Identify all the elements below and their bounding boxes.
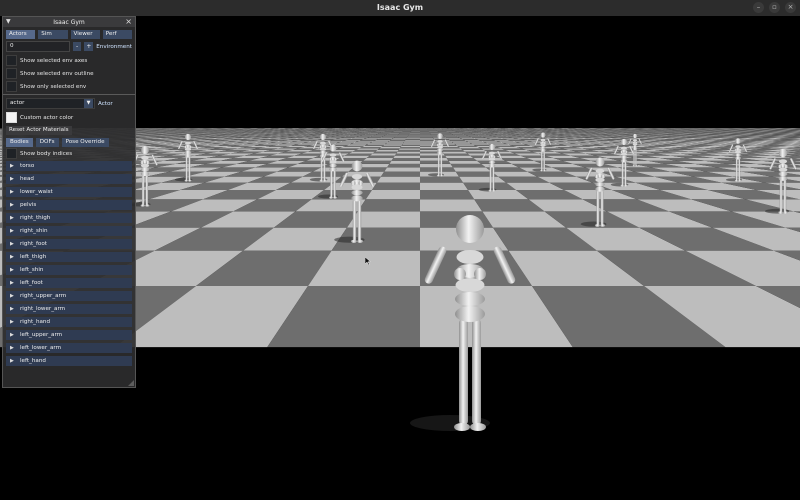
window-controls: – ▫ × xyxy=(753,2,796,13)
expand-arrow-icon[interactable]: ▶ xyxy=(10,356,16,366)
body-tree-label: left_foot xyxy=(20,280,43,286)
panel-header[interactable]: ▼ Isaac Gym × xyxy=(3,17,135,27)
body-tree-label: left_hand xyxy=(20,358,46,364)
show-env-axes-row[interactable]: Show selected env axes xyxy=(3,54,135,67)
custom-color-row[interactable]: Custom actor color xyxy=(3,111,135,124)
body-tree-item[interactable]: ▶ right_shin xyxy=(6,226,132,236)
expand-arrow-icon[interactable]: ▶ xyxy=(10,187,16,197)
show-only-env-label: Show only selected env xyxy=(20,83,87,90)
body-tree-item[interactable]: ▶ torso xyxy=(6,161,132,171)
minimize-button[interactable]: – xyxy=(753,2,764,13)
body-tree-item[interactable]: ▶ left_foot xyxy=(6,278,132,288)
body-tree-item[interactable]: ▶ right_hand xyxy=(6,317,132,327)
body-tree-item[interactable]: ▶ pelvis xyxy=(6,200,132,210)
tab-pose-override[interactable]: Pose Override xyxy=(61,138,109,147)
body-tree-item[interactable]: ▶ right_foot xyxy=(6,239,132,249)
body-tree-label: left_thigh xyxy=(20,254,47,260)
resize-grip-icon[interactable] xyxy=(128,380,134,386)
expand-arrow-icon[interactable]: ▶ xyxy=(10,278,16,288)
expand-arrow-icon[interactable]: ▶ xyxy=(10,330,16,340)
maximize-button[interactable]: ▫ xyxy=(769,2,780,13)
close-button[interactable]: × xyxy=(785,2,796,13)
body-tree-label: right_upper_arm xyxy=(20,293,67,299)
tab-actors[interactable]: Actors xyxy=(6,30,36,39)
actor-label: Actor xyxy=(98,100,113,107)
collapse-triangle-icon[interactable]: ▼ xyxy=(6,18,11,25)
actor-row: actor ▼ Actor xyxy=(3,96,135,111)
body-tree-item[interactable]: ▶ left_hand xyxy=(6,356,132,366)
expand-arrow-icon[interactable]: ▶ xyxy=(10,226,16,236)
body-tree-item[interactable]: ▶ head xyxy=(6,174,132,184)
separator xyxy=(3,94,135,95)
body-tree-label: left_upper_arm xyxy=(20,332,63,338)
panel-close-icon[interactable]: × xyxy=(125,17,132,27)
body-tree-item[interactable]: ▶ right_thigh xyxy=(6,213,132,223)
main-tabs: Actors Sim Viewer Perf xyxy=(3,27,135,39)
expand-arrow-icon[interactable]: ▶ xyxy=(10,200,16,210)
body-tree-label: left_shin xyxy=(20,267,44,273)
custom-color-checkbox[interactable] xyxy=(6,112,17,123)
expand-arrow-icon[interactable]: ▶ xyxy=(10,304,16,314)
body-tree-label: torso xyxy=(20,163,35,169)
expand-arrow-icon[interactable]: ▶ xyxy=(10,239,16,249)
environment-row: 0 - + Environment xyxy=(3,39,135,54)
body-tree-label: pelvis xyxy=(20,202,37,208)
body-tree-item[interactable]: ▶ left_lower_arm xyxy=(6,343,132,353)
environment-label: Environment xyxy=(96,43,132,50)
tab-perf[interactable]: Perf xyxy=(102,30,132,39)
show-body-indices-checkbox[interactable] xyxy=(6,148,17,159)
isaac-gym-panel[interactable]: ▼ Isaac Gym × Actors Sim Viewer Perf 0 -… xyxy=(2,16,136,388)
body-tree-label: left_lower_arm xyxy=(20,345,62,351)
expand-arrow-icon[interactable]: ▶ xyxy=(10,161,16,171)
tab-sim[interactable]: Sim xyxy=(38,30,68,39)
show-only-env-checkbox[interactable] xyxy=(6,81,17,92)
window-titlebar[interactable]: Isaac Gym – ▫ × xyxy=(0,0,800,16)
reset-actor-materials-button[interactable]: Reset Actor Materials xyxy=(6,126,72,135)
body-tree-item[interactable]: ▶ left_shin xyxy=(6,265,132,275)
expand-arrow-icon[interactable]: ▶ xyxy=(10,265,16,275)
chevron-down-icon[interactable]: ▼ xyxy=(84,99,93,108)
mouse-cursor-icon xyxy=(365,257,371,265)
tab-dofs[interactable]: DOFs xyxy=(35,138,59,147)
panel-title: Isaac Gym xyxy=(53,18,85,26)
show-env-outline-checkbox[interactable] xyxy=(6,68,17,79)
sub-tabs: Bodies DOFs Pose Override xyxy=(3,137,135,147)
expand-arrow-icon[interactable]: ▶ xyxy=(10,317,16,327)
body-tree-item[interactable]: ▶ left_thigh xyxy=(6,252,132,262)
environment-decrement-button[interactable]: - xyxy=(72,42,82,51)
window-title: Isaac Gym xyxy=(376,3,424,12)
custom-color-label: Custom actor color xyxy=(20,114,74,121)
body-tree-label: head xyxy=(20,176,34,182)
body-tree-item[interactable]: ▶ lower_waist xyxy=(6,187,132,197)
body-list: ▶ torso ▶ head ▶ lower_waist ▶ pelvis ▶ right_thi… xyxy=(3,160,135,370)
tab-bodies[interactable]: Bodies xyxy=(6,138,33,147)
show-env-outline-row[interactable]: Show selected env outline xyxy=(3,67,135,80)
show-env-axes-checkbox[interactable] xyxy=(6,55,17,66)
show-body-indices-row[interactable]: Show body indices xyxy=(3,147,135,160)
actor-select-value: actor xyxy=(10,100,25,106)
body-tree-item[interactable]: ▶ right_upper_arm xyxy=(6,291,132,301)
body-tree-label: right_hand xyxy=(20,319,51,325)
body-tree-label: right_thigh xyxy=(20,215,51,221)
expand-arrow-icon[interactable]: ▶ xyxy=(10,343,16,353)
body-tree-item[interactable]: ▶ right_lower_arm xyxy=(6,304,132,314)
body-tree-label: right_lower_arm xyxy=(20,306,66,312)
environment-increment-button[interactable]: + xyxy=(84,42,94,51)
body-tree-label: right_shin xyxy=(20,228,48,234)
body-tree-item[interactable]: ▶ left_upper_arm xyxy=(6,330,132,340)
expand-arrow-icon[interactable]: ▶ xyxy=(10,291,16,301)
expand-arrow-icon[interactable]: ▶ xyxy=(10,174,16,184)
expand-arrow-icon[interactable]: ▶ xyxy=(10,252,16,262)
environment-input[interactable]: 0 xyxy=(6,41,70,52)
actor-select[interactable]: actor ▼ xyxy=(6,98,95,109)
expand-arrow-icon[interactable]: ▶ xyxy=(10,213,16,223)
show-body-indices-label: Show body indices xyxy=(20,150,73,157)
show-env-outline-label: Show selected env outline xyxy=(20,70,94,77)
show-only-env-row[interactable]: Show only selected env xyxy=(3,80,135,93)
body-tree-label: lower_waist xyxy=(20,189,53,195)
tab-viewer[interactable]: Viewer xyxy=(70,30,100,39)
body-tree-label: right_foot xyxy=(20,241,47,247)
show-env-axes-label: Show selected env axes xyxy=(20,57,88,64)
